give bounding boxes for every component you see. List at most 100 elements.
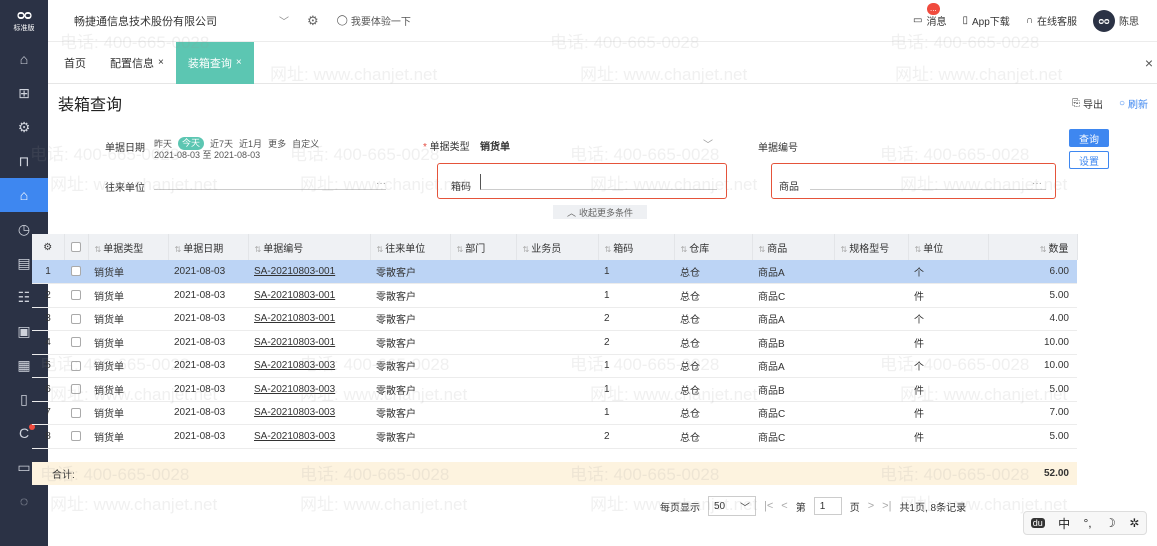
table-row[interactable]: 5 销货单 2021-08-03 SA-20210803-003 零散客户 1 总仓 商品A 个… [32,354,1077,378]
query-button[interactable]: 查询 [1069,129,1109,147]
close-icon[interactable]: × [236,57,242,68]
column-header[interactable]: ⇅ 数量 [988,234,1078,260]
export-button[interactable]: ⎘ 导出 [1072,96,1103,111]
tab-home[interactable]: 首页 [48,42,98,84]
try-it-link[interactable]: ◯ 我要体验一下 [337,13,411,28]
checkbox[interactable] [71,431,81,442]
table-body-viewport[interactable]: 1 销货单 2021-08-03 SA-20210803-001 零散客户 1 总仓 商品A 个… [32,260,1077,462]
doc-no-link[interactable]: SA-20210803-003 [248,424,370,449]
column-header[interactable]: ⇅ 往来单位 [370,234,451,260]
online-service-button[interactable]: ∩ 在线客服 [1026,13,1077,28]
table-row[interactable]: 4 销货单 2021-08-03 SA-20210803-001 零散客户 2 总仓 商品B 件… [32,330,1077,355]
table-row[interactable]: 7 销货单 2021-08-03 SA-20210803-003 零散客户 1 总仓 商品C 件… [32,401,1077,425]
row-select[interactable] [64,377,88,402]
sort-icon[interactable]: ⇅ [377,245,384,254]
sort-icon[interactable]: ⇅ [457,245,464,254]
settings-button[interactable]: 设置 [1069,151,1109,169]
checkbox[interactable] [71,266,81,277]
column-header[interactable]: ⇅ 单据编号 [248,234,371,260]
rail-item-home[interactable]: ⌂ [0,42,48,76]
rail-item-settings[interactable]: ⚙ [0,110,48,144]
date-option-more[interactable]: 更多 [268,137,286,150]
column-header[interactable]: ⇅ 业务员 [516,234,599,260]
rail-item-warehouse[interactable]: ⌂ [0,178,48,212]
sort-icon[interactable]: ⇅ [841,245,848,254]
app-logo[interactable]: ᴑᴑ 标准版 [0,0,48,42]
rail-item-bag[interactable]: ⊓ [0,144,48,178]
column-header[interactable]: ⇅ 部门 [450,234,517,260]
doc-no-link[interactable]: SA-20210803-003 [248,354,370,378]
doc-no-link[interactable]: SA-20210803-001 [248,260,370,284]
row-select[interactable] [64,330,88,355]
doc-no-link[interactable]: SA-20210803-001 [248,330,370,355]
checkbox[interactable] [71,384,81,395]
doc-no-link[interactable]: SA-20210803-003 [248,401,370,425]
date-range[interactable]: 2021-08-03 至 2021-08-03 [154,148,260,161]
checkbox[interactable] [71,407,81,418]
ime-logo-icon[interactable]: du [1030,518,1045,528]
page-input[interactable]: 1 [813,497,842,515]
rail-item-more[interactable]: ◌ [0,484,48,518]
messages-button[interactable]: ▭ ... 消息 [913,3,947,28]
checkbox[interactable] [71,360,81,371]
close-all-tabs-icon[interactable]: × [1145,55,1153,71]
column-header[interactable]: ⇅ 单据类型 [88,234,169,260]
table-row[interactable]: 1 销货单 2021-08-03 SA-20210803-001 零散客户 1 总仓 商品A 个… [32,260,1077,284]
ime-lang-toggle[interactable]: 中 [1058,515,1070,532]
per-page-select[interactable]: 50 ﹀ [708,496,756,516]
column-header[interactable]: ⇅ 规格型号 [834,234,909,260]
close-icon[interactable]: × [158,57,164,68]
next-page-icon[interactable]: > [868,500,874,512]
checkbox[interactable] [71,313,81,324]
ime-moon-icon[interactable]: ☽ [1105,516,1116,530]
column-header[interactable]: ⇅ 商品 [752,234,835,260]
first-page-icon[interactable]: |< [764,500,773,512]
tab-config-info[interactable]: 配置信息 × [98,42,176,84]
doc-no-link[interactable]: SA-20210803-001 [248,283,370,308]
checkbox[interactable] [71,241,81,252]
refresh-button[interactable]: ○ 刷新 [1119,96,1148,111]
product-input[interactable] [810,174,1046,190]
chevron-down-icon[interactable]: ﹀ [279,13,289,28]
tab-box-query[interactable]: 装箱查询 × [175,41,254,84]
partner-input[interactable] [154,174,386,190]
sort-icon[interactable]: ⇅ [175,245,182,254]
doc-no-link[interactable]: SA-20210803-001 [248,307,370,331]
table-row[interactable]: 6 销货单 2021-08-03 SA-20210803-003 零散客户 1 总仓 商品B 件… [32,377,1077,402]
last-page-icon[interactable]: >| [882,500,891,512]
sort-icon[interactable]: ⇅ [681,245,688,254]
column-header[interactable]: ⇅ 单位 [908,234,989,260]
more-dots-icon[interactable]: ··· [1032,178,1042,189]
table-row[interactable]: 3 销货单 2021-08-03 SA-20210803-001 零散客户 2 总仓 商品A 个… [32,307,1077,331]
chevron-down-icon[interactable]: ﹀ [703,136,713,151]
column-header[interactable]: ⇅ 单据日期 [168,234,249,260]
checkbox[interactable] [71,290,81,301]
row-select[interactable] [64,283,88,308]
row-select[interactable] [64,401,88,425]
box-code-input[interactable] [480,174,717,190]
column-header[interactable]: ⇅ 仓库 [674,234,753,260]
sort-icon[interactable]: ⇅ [759,245,766,254]
company-name[interactable]: 畅捷通信息技术股份有限公司 [74,13,217,29]
ime-punct-icon[interactable]: °, [1084,516,1092,530]
table-row[interactable]: 8 销货单 2021-08-03 SA-20210803-003 零散客户 2 总仓 商品C 件… [32,424,1077,449]
app-download-button[interactable]: ▯ App下载 [963,13,1010,28]
row-select[interactable] [64,260,88,284]
sort-icon[interactable]: ⇅ [523,245,530,254]
row-select[interactable] [64,307,88,331]
table-row[interactable]: 2 销货单 2021-08-03 SA-20210803-001 零散客户 1 总仓 商品C 件… [32,283,1077,308]
select-all-checkbox[interactable] [64,234,89,260]
more-dots-icon[interactable]: ··· [376,178,386,189]
date-option-custom[interactable]: 自定义 [292,137,319,150]
checkbox[interactable] [71,337,81,348]
sort-icon[interactable]: ⇅ [605,245,612,254]
ime-settings-icon[interactable]: ✲ [1129,516,1139,530]
sort-icon[interactable]: ⇅ [915,245,922,254]
doc-no-link[interactable]: SA-20210803-003 [248,377,370,402]
settings-gear-icon[interactable]: ⚙ [307,13,319,29]
row-select[interactable] [64,354,88,378]
column-header[interactable]: ⇅ 箱码 [598,234,675,260]
ime-toolbar[interactable]: du 中 °, ☽ ✲ [1023,511,1147,535]
sort-icon[interactable]: ⇅ [1040,245,1047,254]
sort-icon[interactable]: ⇅ [255,245,262,254]
